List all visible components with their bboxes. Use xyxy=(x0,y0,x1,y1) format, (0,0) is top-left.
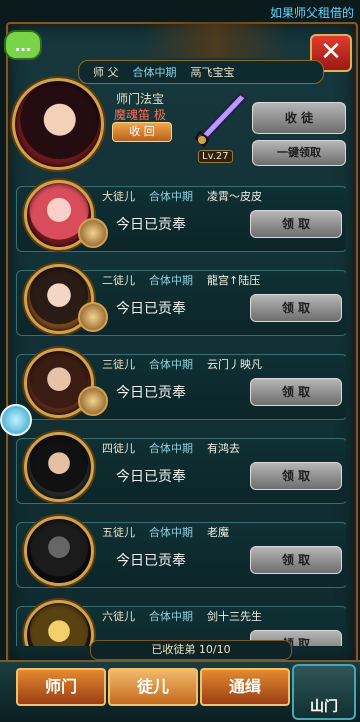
disciple-avatar[interactable] xyxy=(24,516,94,586)
treasure-name: 魔魂笛 极 xyxy=(114,108,166,122)
collected-label: 已收徒弟 xyxy=(151,643,196,656)
disciple-status: 今日已贡奉 xyxy=(116,469,186,485)
disciple-status: 今日已贡奉 xyxy=(116,385,186,401)
collect-disciple-button[interactable]: 收 徒 xyxy=(252,102,346,134)
disciple-status: 今日已贡奉 xyxy=(116,301,186,317)
claim-button[interactable]: 领 取 xyxy=(250,462,342,490)
close-icon: ✕ xyxy=(320,37,342,67)
disciple-card: 三徒儿 合体中期 云门丿映凡 今日已贡奉 领 取 xyxy=(16,344,346,422)
master-avatar[interactable] xyxy=(12,78,104,170)
disciple-name: 云门丿映凡 xyxy=(207,358,262,371)
mountain-gate-label: 山门 xyxy=(310,699,338,715)
master-realm: 合体中期 xyxy=(132,66,177,79)
disciple-avatar[interactable] xyxy=(24,432,94,502)
disciple-card: 五徒儿 合体中期 老魔 今日已贡奉 领 取 xyxy=(16,512,346,590)
tab-master[interactable]: 师门 xyxy=(16,668,106,706)
onekey-claim-button[interactable]: 一键领取 xyxy=(252,140,346,166)
recall-treasure-button[interactable]: 收 回 xyxy=(112,122,172,142)
treasure-level: Lv.27 xyxy=(198,150,233,163)
disciple-card: 二徒儿 合体中期 龍宫↑陆压 今日已贡奉 领 取 xyxy=(16,260,346,338)
top-hint-text: 如果师父租借的 xyxy=(269,6,354,20)
treasure-sword-icon[interactable] xyxy=(190,88,250,150)
disciple-realm: 合体中期 xyxy=(149,610,193,623)
disciple-card: 六徒儿 合体中期 剑十三先生 领 取 xyxy=(16,596,346,646)
disciple-title: 二徒儿 xyxy=(102,274,135,287)
disciple-title: 三徒儿 xyxy=(102,358,135,371)
disciple-realm: 合体中期 xyxy=(149,274,193,287)
disciple-name: 剑十三先生 xyxy=(207,610,262,623)
disciple-title: 大徒儿 xyxy=(102,190,135,203)
disciple-title: 六徒儿 xyxy=(102,610,135,623)
disciple-card: 四徒儿 合体中期 有鸿去 今日已贡奉 领 取 xyxy=(16,428,346,506)
disciple-realm: 合体中期 xyxy=(149,526,193,539)
disciple-name: 龍宫↑陆压 xyxy=(207,274,261,287)
claim-button[interactable]: 领 取 xyxy=(250,546,342,574)
disciple-name: 老魔 xyxy=(207,526,229,539)
pet-icon xyxy=(78,302,108,332)
disciple-realm: 合体中期 xyxy=(149,442,193,455)
disciple-realm: 合体中期 xyxy=(149,190,193,203)
pet-icon xyxy=(78,218,108,248)
master-info-bar: 师 父 合体中期 鬲飞宝宝 xyxy=(78,60,324,84)
claim-button[interactable]: 领 取 xyxy=(250,378,342,406)
chat-icon: … xyxy=(15,35,31,55)
claim-button[interactable]: 领 取 xyxy=(250,210,342,238)
master-role: 师 父 xyxy=(93,66,119,79)
claim-button[interactable]: 领 取 xyxy=(250,294,342,322)
side-float-button[interactable] xyxy=(0,404,32,436)
disciple-list[interactable]: 大徒儿 合体中期 凌霄～皮皮 今日已贡奉 领 取 二徒儿 合体中期 龍宫↑陆压 … xyxy=(16,176,346,646)
chat-button[interactable]: … xyxy=(4,30,42,60)
master-name: 鬲飞宝宝 xyxy=(190,66,235,79)
tab-disciple[interactable]: 徒儿 xyxy=(108,668,198,706)
decorative-fan xyxy=(140,22,290,58)
disciple-status: 今日已贡奉 xyxy=(116,553,186,569)
disciple-card: 大徒儿 合体中期 凌霄～皮皮 今日已贡奉 领 取 xyxy=(16,176,346,254)
collected-value: 10/10 xyxy=(198,643,231,656)
disciple-name: 有鸿去 xyxy=(207,442,240,455)
tab-wanted[interactable]: 通缉 xyxy=(200,668,290,706)
pet-icon xyxy=(78,386,108,416)
mountain-gate-button[interactable]: 山门 xyxy=(292,664,356,720)
disciple-name: 凌霄～皮皮 xyxy=(207,190,262,203)
disciple-title: 四徒儿 xyxy=(102,442,135,455)
treasure-title: 师门法宝 xyxy=(116,92,165,106)
disciple-realm: 合体中期 xyxy=(149,358,193,371)
disciple-status: 今日已贡奉 xyxy=(116,217,186,233)
disciple-title: 五徒儿 xyxy=(102,526,135,539)
collected-count: 已收徒弟 10/10 xyxy=(90,640,292,660)
